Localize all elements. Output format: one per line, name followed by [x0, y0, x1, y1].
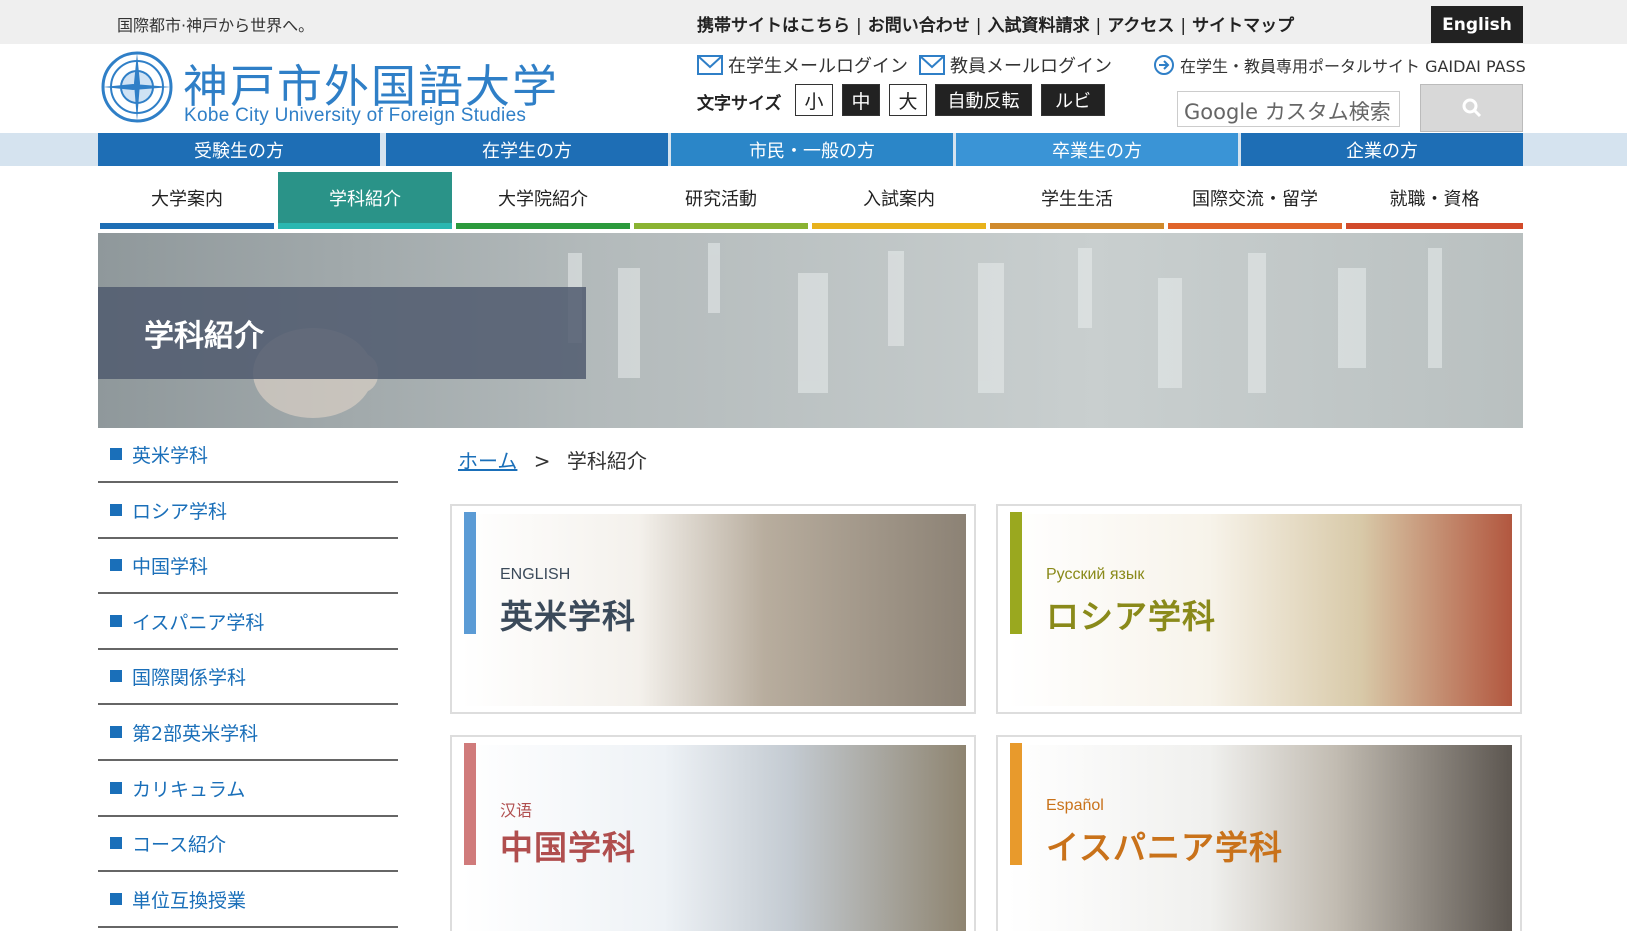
main-nav-item[interactable]: 国際交流・留学	[1168, 172, 1342, 229]
sidebar-item-label: 単位互換授業	[132, 889, 247, 912]
util-link-materials[interactable]: 入試資料請求	[987, 16, 1089, 36]
audience-nav-item[interactable]: 在学生の方	[386, 133, 668, 166]
staff-mail-login-link[interactable]: 教員メールログイン	[919, 52, 1112, 78]
search-input[interactable]: Google カスタム検索	[1177, 91, 1400, 127]
audience-nav-item[interactable]: 受験生の方	[98, 133, 380, 166]
util-link-contact[interactable]: お問い合わせ	[868, 16, 970, 36]
ruby-button[interactable]: ルビ	[1041, 84, 1105, 116]
page: 国際都市·神戸から世界へ。 携帯サイトはこちら | お問い合わせ | 入試資料請求 | アク…	[0, 0, 1627, 931]
sidebar-item[interactable]: 国際関係学科	[98, 649, 398, 705]
sidebar-item[interactable]: カリキュラム	[98, 761, 398, 817]
portal-link[interactable]: 在学生・教員専用ポータルサイト GAIDAI PASS	[1153, 53, 1526, 77]
util-link-mobile[interactable]: 携帯サイトはこちら	[697, 16, 850, 36]
accent-bar	[464, 743, 476, 865]
sidebar-item-label: コース紹介	[132, 833, 227, 856]
hero-title-box: 学科紹介	[98, 287, 586, 379]
arrow-circle-icon	[1154, 55, 1174, 75]
department-card[interactable]: Español イスパニア学科	[996, 735, 1522, 931]
department-card[interactable]: ENGLISH 英米学科	[450, 504, 976, 714]
breadcrumb-separator: >	[533, 449, 551, 473]
main-nav-item[interactable]: 大学案内	[100, 172, 274, 229]
page-title: 学科紹介	[144, 319, 264, 354]
department-language: Русский язык	[1046, 566, 1145, 583]
department-name: 英米学科	[500, 597, 636, 636]
font-size-small-button[interactable]: 小	[795, 84, 833, 116]
department-card[interactable]: Русский язык ロシア学科	[996, 504, 1522, 714]
sidebar-item-label: イスパニア学科	[132, 611, 265, 634]
bullet-square-icon	[110, 504, 122, 516]
sidebar-item-label: 英米学科	[132, 444, 209, 467]
separator: |	[1095, 16, 1102, 36]
university-emblem-icon[interactable]	[99, 49, 175, 125]
audience-nav-item[interactable]: 企業の方	[1241, 133, 1523, 166]
font-size-medium-button[interactable]: 中	[842, 84, 880, 116]
main-nav-item[interactable]: 学科紹介	[278, 172, 452, 229]
accent-bar	[464, 512, 476, 634]
sidebar-item[interactable]: 英米学科	[98, 427, 398, 483]
sidebar-item-label: ロシア学科	[132, 500, 228, 523]
bullet-square-icon	[110, 615, 122, 627]
font-size-large-button[interactable]: 大	[889, 84, 927, 116]
accent-bar	[1010, 743, 1022, 865]
bullet-square-icon	[110, 448, 122, 460]
font-size-label: 文字サイズ	[697, 94, 782, 114]
audience-nav-item[interactable]: 卒業生の方	[956, 133, 1238, 166]
main-nav-item[interactable]: 研究活動	[634, 172, 808, 229]
department-card[interactable]: 汉语 中国学科	[450, 735, 976, 931]
sidebar-item-label: カリキュラム	[132, 778, 246, 801]
sidebar-item[interactable]: 中国学科	[98, 538, 398, 594]
staff-mail-label: 教員メールログイン	[950, 56, 1112, 77]
bullet-square-icon	[110, 782, 122, 794]
sidebar-item[interactable]: ロシア学科	[98, 483, 398, 539]
separator: |	[856, 16, 862, 36]
sidebar-item[interactable]: 第2部英米学科	[98, 705, 398, 761]
bullet-square-icon	[110, 726, 122, 738]
mail-icon	[919, 55, 945, 75]
tagline: 国際都市·神戸から世界へ。	[117, 16, 315, 35]
audience-nav-item[interactable]: 市民・一般の方	[671, 133, 953, 166]
department-language: ENGLISH	[500, 566, 571, 583]
main-nav-item[interactable]: 就職・資格	[1346, 172, 1523, 229]
logo-subtitle: Kobe City University of Foreign Studies	[184, 105, 527, 126]
student-mail-login-link[interactable]: 在学生メールログイン	[697, 52, 908, 78]
sidebar-item[interactable]: 単位互換授業	[98, 872, 398, 928]
mail-icon	[697, 55, 723, 75]
separator: |	[975, 16, 982, 36]
bullet-square-icon	[110, 893, 122, 905]
bullet-square-icon	[110, 559, 122, 571]
separator: |	[1180, 16, 1187, 36]
bullet-square-icon	[110, 837, 122, 849]
department-language: Español	[1046, 797, 1104, 814]
accent-bar	[1010, 512, 1022, 634]
utility-links: 携帯サイトはこちら | お問い合わせ | 入試資料請求 | アクセス | サイトマップ	[697, 11, 1294, 36]
breadcrumb-current: 学科紹介	[566, 449, 647, 473]
department-name: 中国学科	[500, 828, 636, 867]
department-name: イスパニア学科	[1046, 828, 1284, 867]
department-language: 汉语	[500, 803, 533, 820]
util-link-access[interactable]: アクセス	[1107, 16, 1174, 36]
sidebar-item[interactable]: コース紹介	[98, 816, 398, 872]
search-icon	[1462, 98, 1481, 118]
portal-label: 在学生・教員専用ポータルサイト GAIDAI PASS	[1180, 57, 1526, 76]
sidebar-item-label: 中国学科	[132, 555, 209, 578]
main-nav-item[interactable]: 大学院紹介	[456, 172, 630, 229]
breadcrumb-home-link[interactable]: ホーム	[458, 449, 517, 473]
sidebar-item-label: 国際関係学科	[132, 666, 247, 689]
util-link-sitemap[interactable]: サイトマップ	[1192, 16, 1294, 36]
student-mail-label: 在学生メールログイン	[728, 56, 908, 77]
main-nav-item[interactable]: 学生生活	[990, 172, 1164, 229]
search-button[interactable]	[1420, 84, 1523, 132]
auto-invert-button[interactable]: 自動反転	[935, 84, 1032, 116]
bullet-square-icon	[110, 670, 122, 682]
breadcrumb: ホーム > 学科紹介	[458, 445, 647, 474]
english-button[interactable]: English	[1431, 6, 1523, 43]
main-nav-item[interactable]: 入試案内	[812, 172, 986, 229]
sidebar-item[interactable]: イスパニア学科	[98, 594, 398, 650]
sidebar-item-label: 第2部英米学科	[132, 722, 259, 745]
department-name: ロシア学科	[1046, 597, 1216, 636]
